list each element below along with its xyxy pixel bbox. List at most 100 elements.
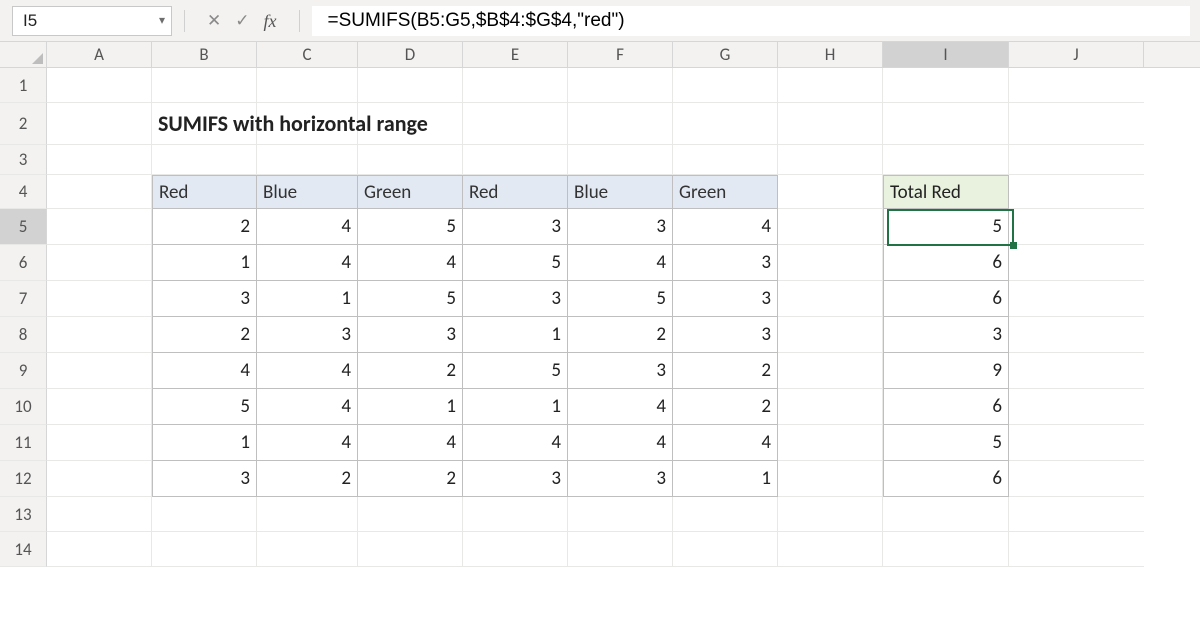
row-header-4[interactable]: 4 — [0, 175, 47, 209]
cell[interactable] — [778, 461, 883, 497]
total-cell[interactable]: 6 — [883, 389, 1009, 425]
cell[interactable] — [883, 68, 1009, 103]
cell[interactable] — [463, 532, 568, 567]
cell[interactable] — [778, 145, 883, 175]
cell[interactable] — [568, 68, 673, 103]
col-header-G[interactable]: G — [673, 42, 778, 67]
cell[interactable]: 1 — [463, 389, 568, 425]
cell[interactable] — [673, 145, 778, 175]
cell[interactable] — [47, 175, 152, 209]
cell[interactable] — [358, 145, 463, 175]
select-all-triangle-icon[interactable] — [0, 42, 47, 67]
cell[interactable] — [778, 103, 883, 145]
cell[interactable]: 4 — [568, 425, 673, 461]
cell[interactable] — [883, 497, 1009, 532]
row-header-2[interactable]: 2 — [0, 103, 47, 145]
col-header-E[interactable]: E — [463, 42, 568, 67]
cell[interactable]: 1 — [152, 245, 257, 281]
cell[interactable] — [47, 209, 152, 245]
cancel-icon[interactable]: ✕ — [207, 12, 221, 29]
cell[interactable]: 4 — [358, 245, 463, 281]
cell[interactable] — [47, 103, 152, 145]
total-cell[interactable]: 9 — [883, 353, 1009, 389]
cell[interactable]: 3 — [152, 461, 257, 497]
total-cell[interactable]: 6 — [883, 281, 1009, 317]
cell[interactable]: 2 — [358, 353, 463, 389]
cell[interactable]: 3 — [568, 209, 673, 245]
total-cell[interactable]: 6 — [883, 461, 1009, 497]
cell[interactable]: 5 — [358, 209, 463, 245]
cell[interactable]: 3 — [673, 245, 778, 281]
cell[interactable] — [463, 145, 568, 175]
page-title[interactable]: SUMIFS with horizontal range — [152, 103, 257, 145]
cell[interactable] — [152, 145, 257, 175]
total-cell[interactable]: 5 — [883, 209, 1009, 245]
cell[interactable] — [463, 68, 568, 103]
cell[interactable]: 4 — [257, 389, 358, 425]
cell[interactable] — [47, 281, 152, 317]
cell[interactable] — [463, 103, 568, 145]
cell[interactable] — [152, 532, 257, 567]
col-header-A[interactable]: A — [47, 42, 152, 67]
cell[interactable] — [47, 425, 152, 461]
cell[interactable]: 5 — [152, 389, 257, 425]
cell[interactable] — [1009, 103, 1144, 145]
cell[interactable] — [778, 353, 883, 389]
chevron-down-icon[interactable]: ▾ — [155, 13, 165, 28]
cell[interactable] — [47, 353, 152, 389]
cell[interactable]: 3 — [257, 317, 358, 353]
cell[interactable] — [673, 103, 778, 145]
col-header-B[interactable]: B — [152, 42, 257, 67]
total-header[interactable]: Total Red — [883, 175, 1009, 209]
table-header[interactable]: Blue — [568, 175, 673, 209]
cell[interactable] — [778, 532, 883, 567]
cell[interactable] — [358, 68, 463, 103]
row-header-14[interactable]: 14 — [0, 532, 47, 567]
cell[interactable]: 4 — [257, 245, 358, 281]
cell[interactable] — [778, 68, 883, 103]
row-header-7[interactable]: 7 — [0, 281, 47, 317]
cell[interactable] — [883, 532, 1009, 567]
cell[interactable] — [1009, 353, 1144, 389]
table-header[interactable]: Blue — [257, 175, 358, 209]
cell[interactable] — [883, 145, 1009, 175]
cell[interactable]: 4 — [152, 353, 257, 389]
cell[interactable]: 4 — [257, 425, 358, 461]
cell[interactable]: 1 — [673, 461, 778, 497]
cell[interactable] — [463, 497, 568, 532]
col-header-H[interactable]: H — [778, 42, 883, 67]
formula-input-wrap[interactable] — [312, 6, 1191, 36]
cell[interactable]: 4 — [358, 425, 463, 461]
total-cell[interactable]: 3 — [883, 317, 1009, 353]
cell[interactable]: 5 — [463, 353, 568, 389]
cell[interactable] — [1009, 175, 1144, 209]
cell[interactable] — [778, 317, 883, 353]
cell[interactable]: 3 — [568, 461, 673, 497]
cell[interactable] — [1009, 461, 1144, 497]
cell[interactable] — [1009, 497, 1144, 532]
cell[interactable] — [358, 497, 463, 532]
cell[interactable] — [1009, 317, 1144, 353]
cell[interactable] — [257, 68, 358, 103]
cell[interactable] — [47, 461, 152, 497]
cell[interactable] — [568, 145, 673, 175]
row-header-13[interactable]: 13 — [0, 497, 47, 532]
cell[interactable] — [568, 103, 673, 145]
fx-icon[interactable]: fx — [264, 12, 277, 30]
cell[interactable]: 1 — [463, 317, 568, 353]
cell[interactable] — [47, 245, 152, 281]
row-header-3[interactable]: 3 — [0, 145, 47, 175]
cell[interactable]: 2 — [673, 353, 778, 389]
cell[interactable]: 5 — [568, 281, 673, 317]
cell[interactable] — [257, 497, 358, 532]
cell[interactable]: 3 — [463, 281, 568, 317]
cell[interactable] — [47, 68, 152, 103]
cell[interactable] — [1009, 281, 1144, 317]
cell[interactable]: 3 — [673, 281, 778, 317]
cell[interactable] — [778, 281, 883, 317]
col-header-J[interactable]: J — [1009, 42, 1144, 67]
cell[interactable]: 4 — [568, 245, 673, 281]
cell[interactable]: 4 — [257, 209, 358, 245]
cell[interactable] — [47, 497, 152, 532]
cell[interactable] — [152, 68, 257, 103]
